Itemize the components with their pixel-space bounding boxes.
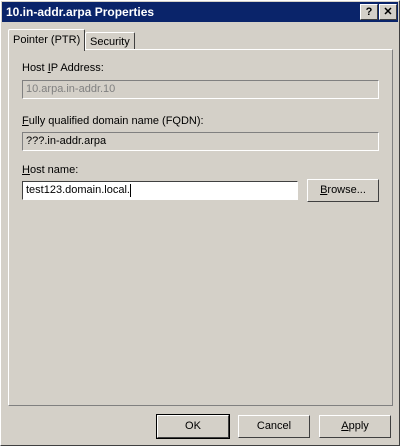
text-caret: [129, 183, 131, 197]
fqdn-label: Fully qualified domain name (FQDN):: [22, 115, 204, 127]
apply-button[interactable]: Apply: [319, 415, 391, 438]
close-button[interactable]: ✕: [379, 4, 397, 20]
host-ip-label: Host IP Address:: [22, 62, 104, 74]
properties-dialog: 10.in-addr.arpa Properties ? ✕ Pointer (…: [0, 0, 400, 446]
window-title: 10.in-addr.arpa Properties: [6, 5, 155, 19]
help-button[interactable]: ?: [360, 4, 378, 20]
tab-pointer-ptr[interactable]: Pointer (PTR): [8, 29, 86, 51]
fqdn-field[interactable]: ???.in-addr.arpa: [22, 132, 379, 151]
title-bar[interactable]: 10.in-addr.arpa Properties ? ✕: [2, 2, 398, 22]
host-ip-field: 10.arpa.in-addr.10: [22, 80, 379, 99]
host-name-input[interactable]: test123.domain.local.: [22, 181, 298, 200]
cancel-button[interactable]: Cancel: [238, 415, 310, 438]
tab-panel: Host IP Address: 10.arpa.in-addr.10 Full…: [8, 49, 393, 406]
host-name-label: Host name:: [22, 164, 79, 176]
ok-button[interactable]: OK: [156, 414, 230, 439]
browse-button[interactable]: Browse...: [307, 179, 379, 202]
